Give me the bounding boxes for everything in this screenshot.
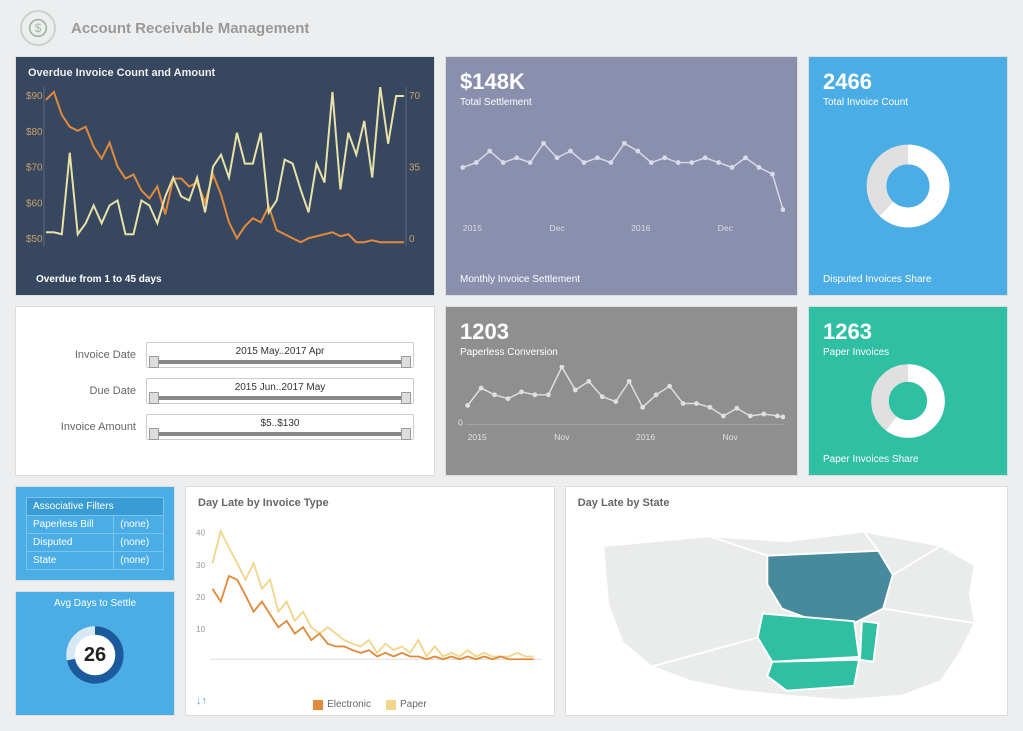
assoc-table: Associative Filters Paperless Bill(none)… [26,497,164,570]
paper-invoices-card: 1263 Paper Invoices Paper Invoices Share [808,306,1008,476]
svg-text:2016: 2016 [631,223,650,233]
slider-handle-icon[interactable] [149,356,159,368]
paperless-chart[interactable]: 0 2015 Nov 2016 Nov [458,365,785,442]
invoice-count-value: 2466 [809,57,1007,95]
overdue-card: Overdue Invoice Count and Amount $90 $80… [15,56,435,296]
svg-text:$70: $70 [26,163,43,174]
invoice-date-label: Invoice Date [36,349,136,361]
daylate-type-title: Day Late by Invoice Type [186,487,554,514]
slider-handle-icon[interactable] [149,392,159,404]
invoice-date-slider[interactable]: 2015 May..2017 Apr [146,342,414,368]
settle-gauge-card: Avg Days to Settle 26 [15,591,175,716]
svg-text:2015: 2015 [463,223,482,233]
assoc-title: Associative Filters [27,498,164,516]
disputed-footer: Disputed Invoices Share [823,274,931,285]
daylate-type-chart[interactable]: 40 30 20 10 [196,522,544,668]
svg-text:Dec: Dec [549,223,565,233]
invoice-date-value: 2015 May..2017 Apr [236,346,325,357]
svg-text:2015: 2015 [468,432,487,442]
svg-text:0: 0 [458,418,463,428]
settlement-chart[interactable]: 2015 Dec 2016 Dec [458,127,785,233]
page-header: $ Account Receivable Management [0,0,1023,56]
svg-text:Dec: Dec [718,223,734,233]
svg-text:30: 30 [196,561,206,570]
settlement-value: $148K [446,57,797,95]
svg-text:35: 35 [409,163,421,174]
page-title: Account Receivable Management [71,20,309,37]
svg-text:Nov: Nov [554,432,570,442]
paperless-label: Paperless Conversion [446,345,797,366]
svg-text:$90: $90 [26,91,43,102]
due-date-label: Due Date [36,385,136,397]
disputed-donut[interactable] [809,107,1007,265]
invoice-amount-slider[interactable]: $5..$130 [146,414,414,440]
svg-text:$80: $80 [26,127,43,138]
invoice-amount-value: $5..$130 [261,418,300,429]
invoice-count-card: 2466 Total Invoice Count Disputed Invoic… [808,56,1008,296]
due-date-value: 2015 Jun..2017 May [235,382,326,393]
settle-gauge[interactable]: 26 [16,615,174,695]
slider-handle-icon[interactable] [401,392,411,404]
svg-text:2016: 2016 [636,432,655,442]
paper-value: 1263 [809,307,1007,345]
settle-title: Avg Days to Settle [16,592,174,615]
paperless-value: 1203 [446,307,797,345]
svg-text:Nov: Nov [722,432,738,442]
table-row: Disputed(none) [27,534,164,552]
daylate-state-title: Day Late by State [566,487,1007,514]
state-map[interactable] [571,517,1002,710]
daylate-legend: Electronic Paper [186,699,554,710]
invoice-amount-label: Invoice Amount [36,421,136,433]
legend-paper[interactable]: Paper [386,699,427,710]
slider-handle-icon[interactable] [401,356,411,368]
table-row: Paperless Bill(none) [27,516,164,534]
settlement-card: $148K Total Settlement 2015 Dec 2016 Dec… [445,56,798,296]
paper-donut[interactable] [809,349,1007,453]
filter-card: Invoice Date 2015 May..2017 Apr Due Date… [15,306,435,476]
svg-text:70: 70 [409,91,421,102]
overdue-footer: Overdue from 1 to 45 days [36,274,162,285]
svg-text:10: 10 [196,625,206,634]
svg-text:20: 20 [196,593,206,602]
settle-value: 26 [84,644,106,667]
svg-text:0: 0 [409,234,415,245]
overdue-title: Overdue Invoice Count and Amount [16,57,434,84]
svg-text:$60: $60 [26,198,43,209]
daylate-state-card: Day Late by State [565,486,1008,716]
logo-icon: $ [20,10,56,46]
slider-handle-icon[interactable] [401,428,411,440]
settlement-footer: Monthly Invoice Settlement [460,274,580,285]
slider-handle-icon[interactable] [149,428,159,440]
overdue-chart[interactable]: $90 $80 $70 $60 $50 70 35 0 [26,87,424,246]
daylate-type-card: Day Late by Invoice Type 40 30 20 10 ↓↑ … [185,486,555,716]
svg-text:$50: $50 [26,234,43,245]
svg-text:40: 40 [196,529,206,538]
paperless-card: 1203 Paperless Conversion 0 2015 Nov 201… [445,306,798,476]
svg-text:$: $ [35,22,42,35]
table-row: State(none) [27,552,164,570]
legend-electronic[interactable]: Electronic [313,699,371,710]
settlement-label: Total Settlement [446,95,797,116]
due-date-slider[interactable]: 2015 Jun..2017 May [146,378,414,404]
paper-footer: Paper Invoices Share [823,454,919,465]
associative-filters-card: Associative Filters Paperless Bill(none)… [15,486,175,581]
